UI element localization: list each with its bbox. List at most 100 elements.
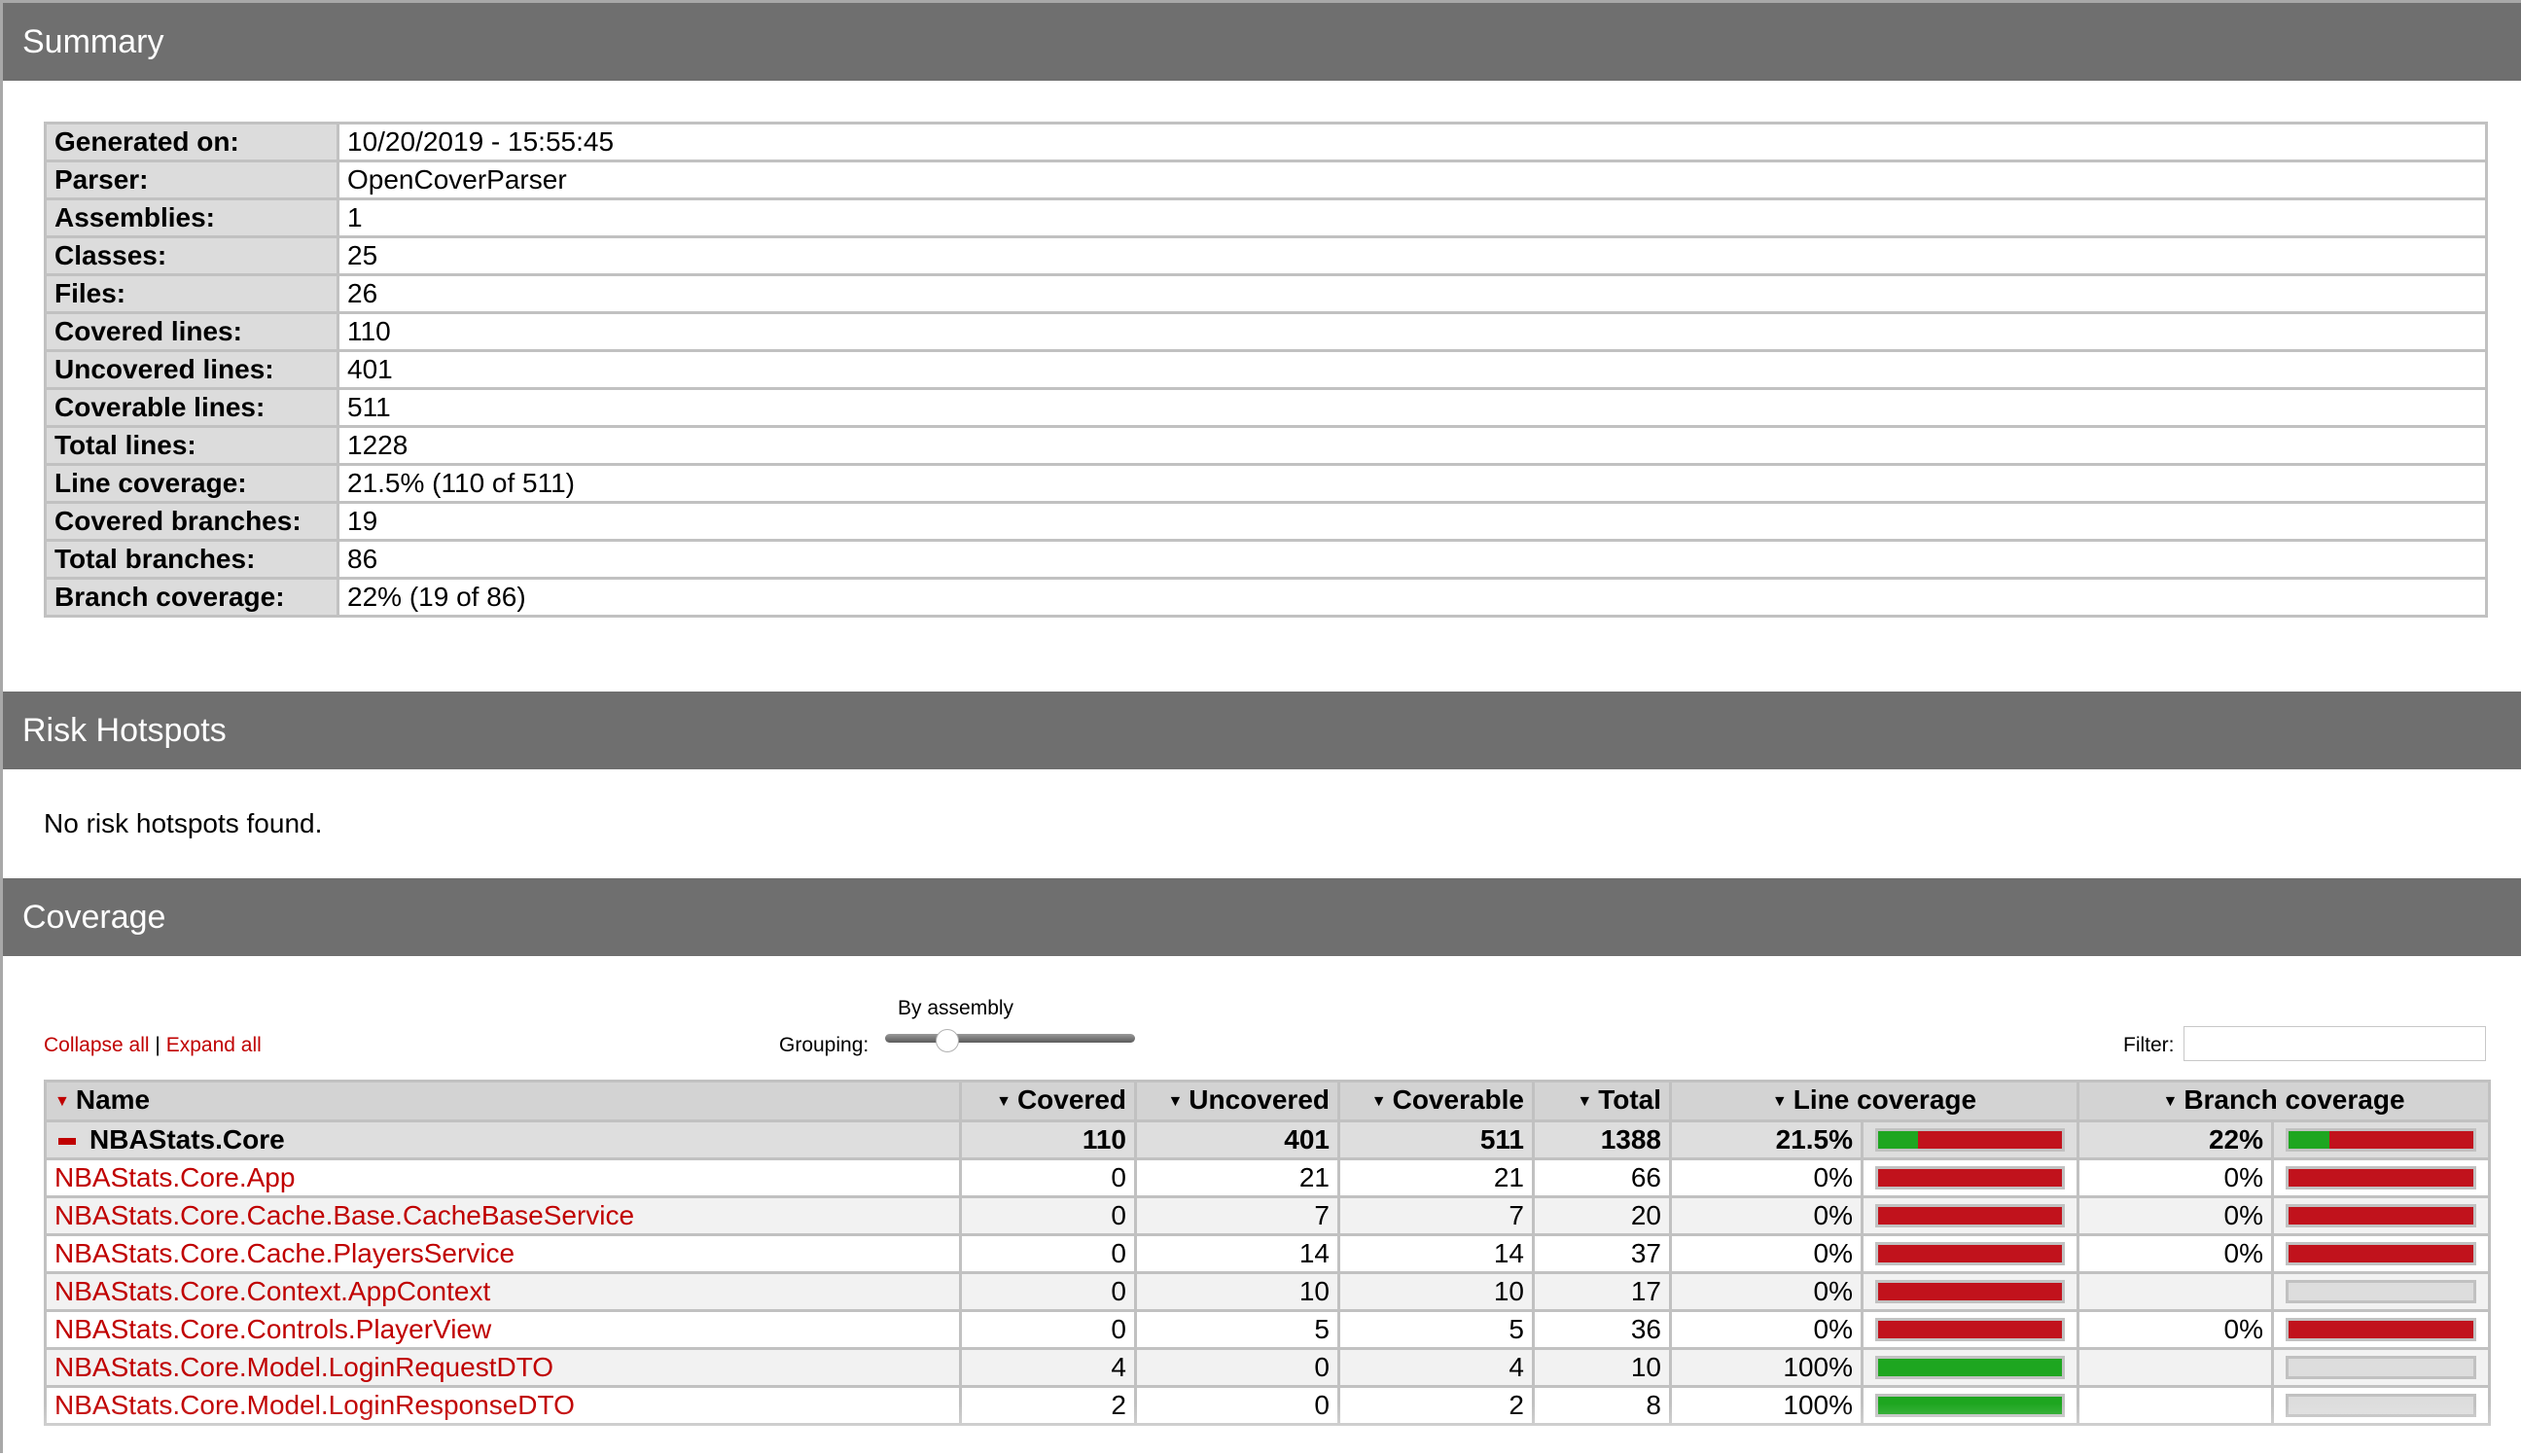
branch-bar-cell xyxy=(2271,1156,2491,1198)
column-header-branch-coverage[interactable]: ▼ Branch coverage xyxy=(2077,1080,2491,1122)
summary-label: Parser: xyxy=(44,160,339,200)
summary-value: 401 xyxy=(337,349,2488,390)
column-header-covered[interactable]: ▼ Covered xyxy=(959,1080,1137,1122)
line-coverage-bar xyxy=(1875,1279,2065,1303)
branch-coverage-bar xyxy=(2286,1279,2476,1303)
line-coverage-bar xyxy=(1875,1317,2065,1341)
column-header-line-coverage[interactable]: ▼ Line coverage xyxy=(1669,1080,2079,1122)
grouping-slider-thumb[interactable] xyxy=(936,1029,960,1052)
branch-bar-cell xyxy=(2271,1232,2491,1274)
uncovered-segment xyxy=(2328,1130,2473,1149)
expand-all-link[interactable]: Expand all xyxy=(166,1034,262,1056)
coverable-cell: 7 xyxy=(1337,1194,1535,1236)
covered-segment xyxy=(1878,1358,2062,1376)
coverable-cell: 2 xyxy=(1337,1384,1535,1426)
grouping-label: Grouping: xyxy=(779,1034,870,1056)
no-data-segment xyxy=(2289,1396,2473,1414)
line-coverage-cell: 0% xyxy=(1669,1232,1864,1274)
uncovered-segment xyxy=(1878,1244,2062,1262)
branch-coverage-bar xyxy=(2286,1241,2476,1265)
uncovered-segment xyxy=(2289,1244,2473,1262)
summary-value: 22% (19 of 86) xyxy=(337,577,2488,618)
branch-coverage-bar xyxy=(2286,1355,2476,1379)
coverable-cell: 21 xyxy=(1337,1156,1535,1198)
column-header-coverable[interactable]: ▼ Coverable xyxy=(1337,1080,1535,1122)
sort-icon: ▼ xyxy=(1370,1092,1387,1110)
summary-label: Total branches: xyxy=(44,539,339,580)
collapse-expand-links: Collapse all | Expand all xyxy=(44,1034,262,1057)
branch-coverage-bar xyxy=(2286,1127,2476,1152)
class-link[interactable]: NBAStats.Core.Cache.PlayersService xyxy=(54,1238,515,1268)
branch-coverage-cell xyxy=(2077,1346,2274,1388)
branch-coverage-cell: 0% xyxy=(2077,1194,2274,1236)
filter-input[interactable] xyxy=(2184,1026,2486,1061)
column-header-total[interactable]: ▼ Total xyxy=(1532,1080,1672,1122)
class-row: NBAStats.Core.Model.LoginRequestDTO 4 0 4 10… xyxy=(44,1346,2491,1388)
coverable-cell: 4 xyxy=(1337,1346,1535,1388)
summary-label: Classes: xyxy=(44,235,339,276)
summary-row: Total lines: 1228 xyxy=(44,425,2488,466)
uncovered-cell: 10 xyxy=(1134,1270,1340,1312)
summary-label: Branch coverage: xyxy=(44,577,339,618)
summary-row: Files: 26 xyxy=(44,273,2488,314)
line-coverage-bar xyxy=(1875,1165,2065,1190)
no-risk-hotspots-message: No risk hotspots found. xyxy=(44,808,323,838)
line-bar-cell xyxy=(1861,1232,2079,1274)
class-link[interactable]: NBAStats.Core.Model.LoginResponseDTO xyxy=(54,1390,575,1420)
collapse-all-link[interactable]: Collapse all xyxy=(44,1034,150,1056)
class-link[interactable]: NBAStats.Core.Model.LoginRequestDTO xyxy=(54,1352,553,1382)
summary-header: Summary xyxy=(3,3,2521,81)
line-bar-cell xyxy=(1861,1308,2079,1350)
column-header-uncovered[interactable]: ▼ Uncovered xyxy=(1134,1080,1340,1122)
line-coverage-bar xyxy=(1875,1355,2065,1379)
covered-cell: 0 xyxy=(959,1232,1137,1274)
summary-row: Coverable lines: 511 xyxy=(44,387,2488,428)
summary-row: Uncovered lines: 401 xyxy=(44,349,2488,390)
sort-icon: ▼ xyxy=(1167,1092,1184,1110)
summary-row: Covered lines: 110 xyxy=(44,311,2488,352)
branch-bar-cell xyxy=(2271,1270,2491,1312)
assembly-line-bar-cell xyxy=(1861,1119,2079,1160)
coverage-header: Coverage xyxy=(3,878,2521,956)
summary-value: 1 xyxy=(337,197,2488,238)
covered-cell: 0 xyxy=(959,1308,1137,1350)
sort-icon: ▼ xyxy=(2162,1092,2179,1110)
summary-value: 19 xyxy=(337,501,2488,542)
summary-table: Generated on: 10/20/2019 - 15:55:45 Parser… xyxy=(44,122,2488,618)
assembly-name-cell[interactable]: NBAStats.Core xyxy=(44,1119,962,1160)
branch-bar-cell xyxy=(2271,1308,2491,1350)
summary-value: 1228 xyxy=(337,425,2488,466)
uncovered-segment xyxy=(1878,1282,2062,1300)
class-row: NBAStats.Core.Context.AppContext 0 10 10 17 0… xyxy=(44,1270,2491,1312)
coverable-cell: 10 xyxy=(1337,1270,1535,1312)
class-name-cell: NBAStats.Core.Context.AppContext xyxy=(44,1270,962,1312)
collapse-minus-icon[interactable] xyxy=(58,1137,76,1145)
uncovered-segment xyxy=(2289,1206,2473,1225)
branch-coverage-cell: 0% xyxy=(2077,1232,2274,1274)
summary-row: Parser: OpenCoverParser xyxy=(44,160,2488,200)
column-header-name[interactable]: ▼ Name xyxy=(44,1080,962,1122)
line-coverage-cell: 0% xyxy=(1669,1156,1864,1198)
class-link[interactable]: NBAStats.Core.Context.AppContext xyxy=(54,1276,490,1306)
branch-bar-cell xyxy=(2271,1384,2491,1426)
covered-cell: 0 xyxy=(959,1194,1137,1236)
summary-row: Branch coverage: 22% (19 of 86) xyxy=(44,577,2488,618)
covered-cell: 0 xyxy=(959,1156,1137,1198)
branch-bar-cell xyxy=(2271,1346,2491,1388)
uncovered-segment xyxy=(1878,1320,2062,1338)
assembly-row[interactable]: NBAStats.Core 110 401 511 1388 21.5% 22% xyxy=(44,1119,2491,1160)
class-row: NBAStats.Core.App 0 21 21 66 0% 0% xyxy=(44,1156,2491,1198)
branch-coverage-cell: 0% xyxy=(2077,1308,2274,1350)
summary-value: 10/20/2019 - 15:55:45 xyxy=(337,122,2488,162)
sort-icon: ▼ xyxy=(1771,1092,1788,1110)
class-link[interactable]: NBAStats.Core.App xyxy=(54,1162,295,1192)
grouping-slider[interactable] xyxy=(885,1034,1135,1043)
summary-value: 21.5% (110 of 511) xyxy=(337,463,2488,504)
class-link[interactable]: NBAStats.Core.Controls.PlayerView xyxy=(54,1314,491,1344)
summary-value: 86 xyxy=(337,539,2488,580)
summary-row: Covered branches: 19 xyxy=(44,501,2488,542)
line-coverage-bar xyxy=(1875,1241,2065,1265)
summary-label: Covered lines: xyxy=(44,311,339,352)
line-coverage-bar xyxy=(1875,1127,2065,1152)
class-link[interactable]: NBAStats.Core.Cache.Base.CacheBaseServic… xyxy=(54,1200,634,1230)
